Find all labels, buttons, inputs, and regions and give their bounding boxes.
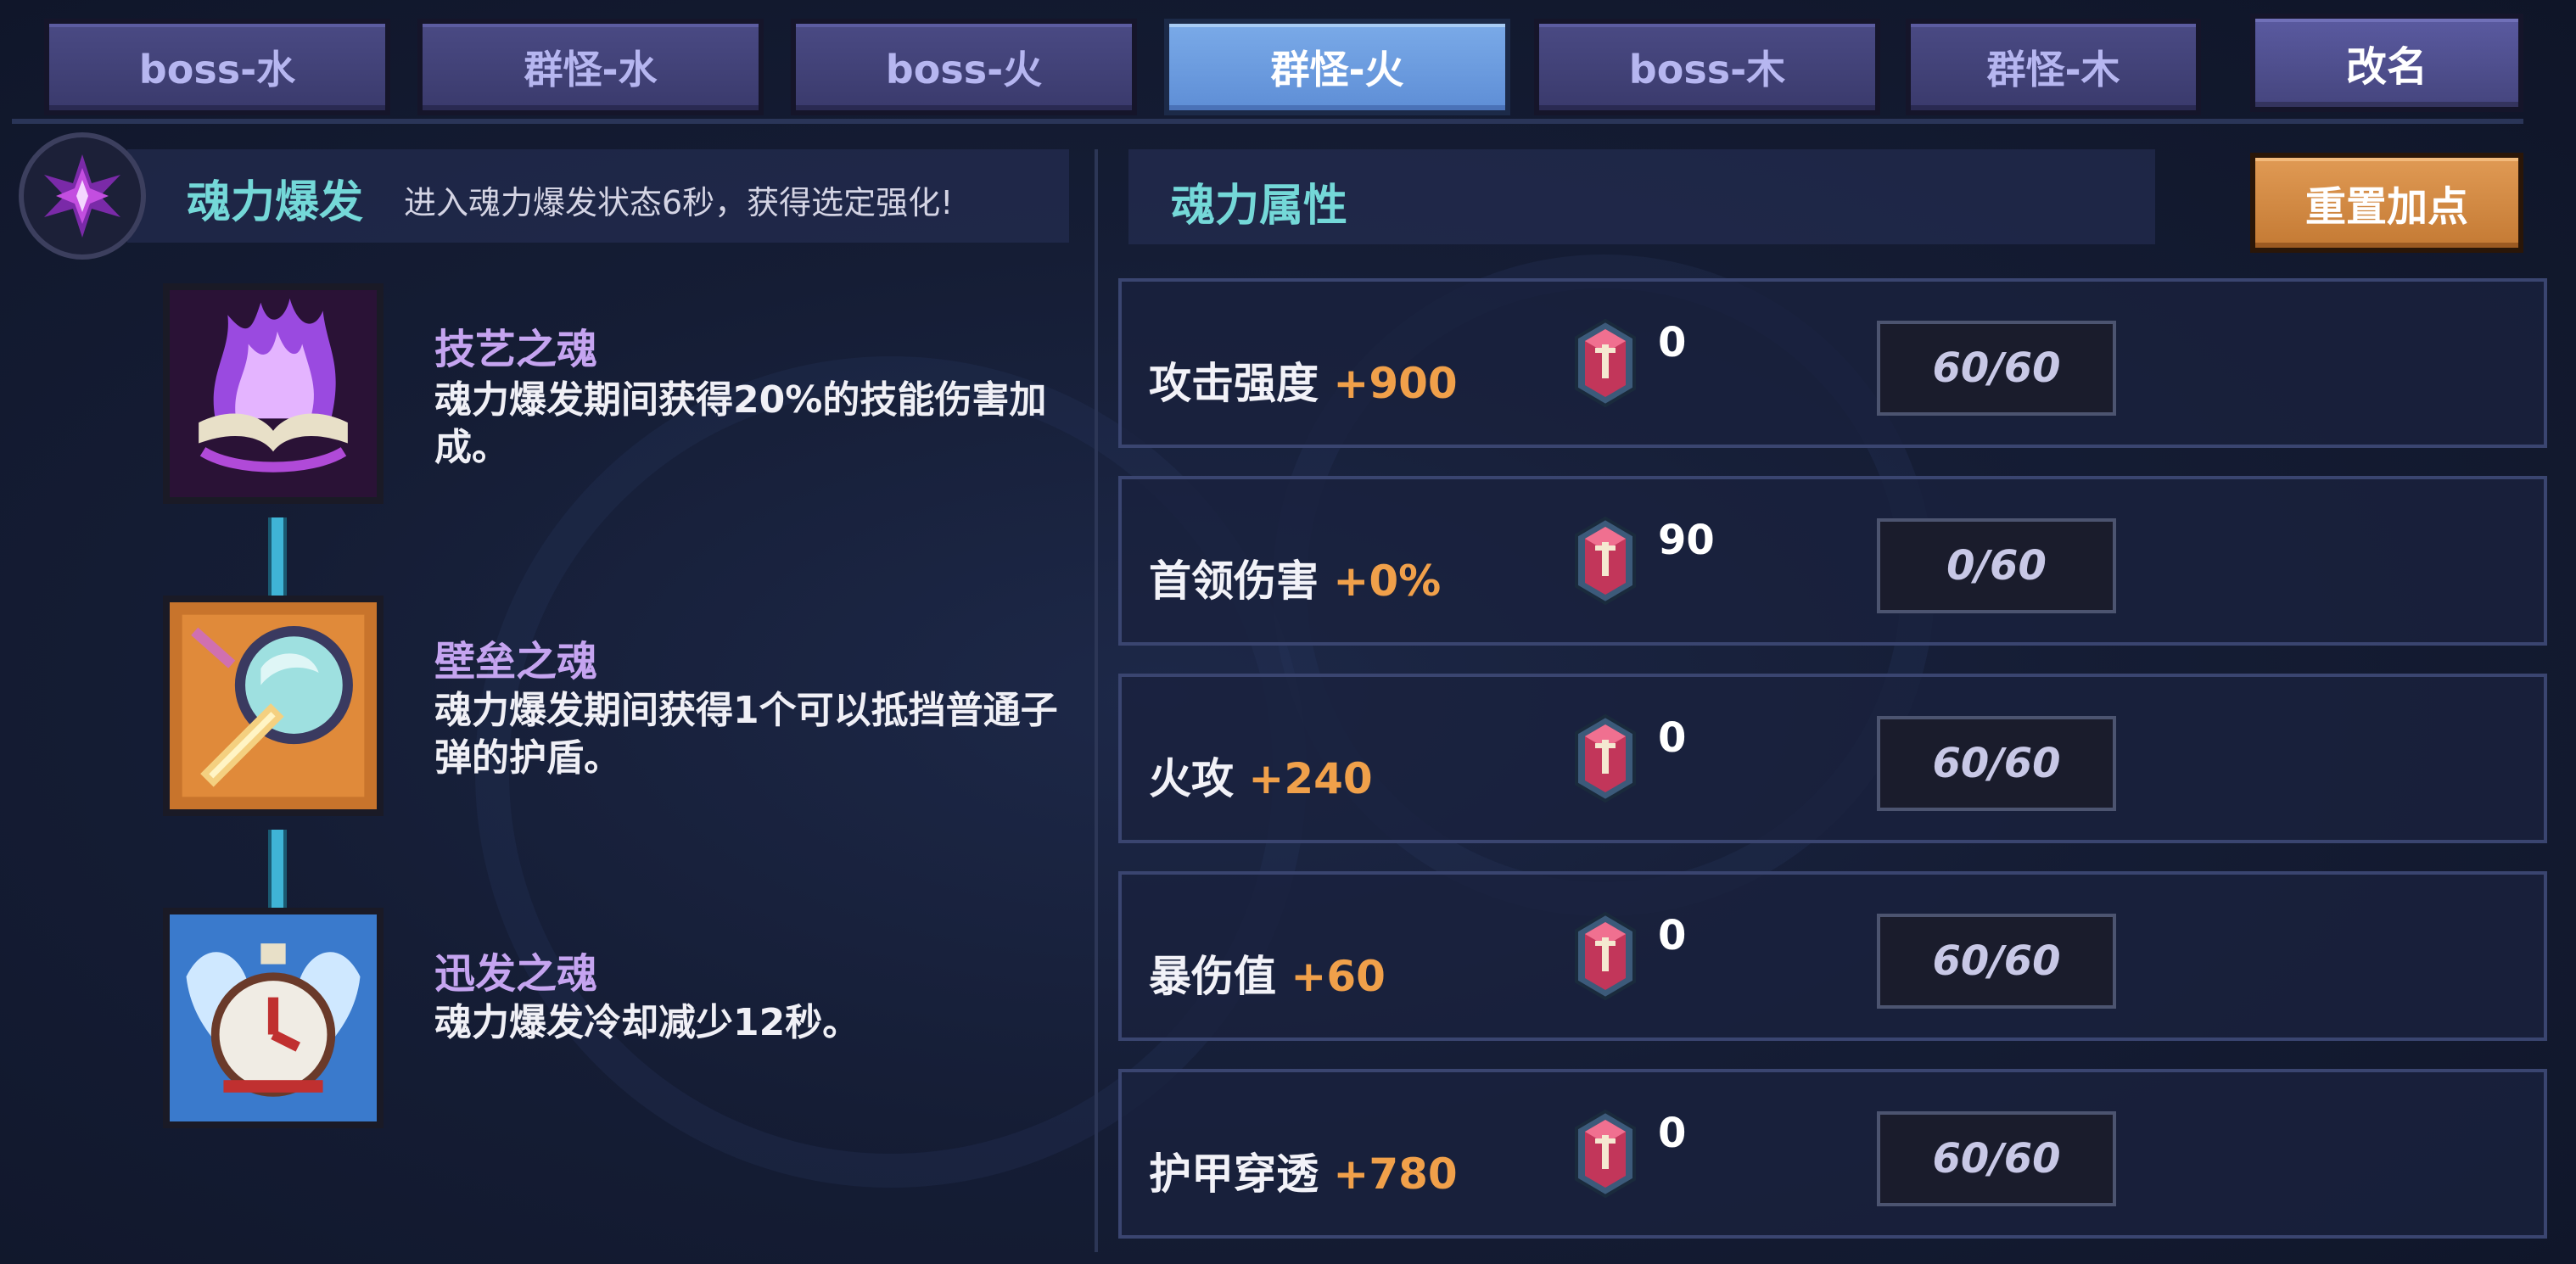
attribute-name: 暴伤值 bbox=[1149, 952, 1276, 1001]
attribute-row: 暴伤值 +60 0 60/60 bbox=[1118, 871, 2547, 1041]
burst-description: 进入魂力爆发状态6秒，获得选定强化! bbox=[404, 184, 954, 221]
attribute-bonus: +780 bbox=[1333, 1149, 1458, 1199]
winged-clock-icon[interactable] bbox=[163, 908, 384, 1128]
attribute-points-box[interactable]: 60/60 bbox=[1877, 321, 2116, 416]
attribute-row: 首领伤害 +0% 90 0/60 bbox=[1118, 476, 2547, 646]
skill-description: 魂力爆发冷却减少12秒。 bbox=[434, 1001, 860, 1044]
attribute-name: 首领伤害 bbox=[1149, 556, 1319, 606]
attribute-label: 暴伤值 +60 bbox=[1149, 942, 1386, 1004]
attribute-bonus: +900 bbox=[1333, 359, 1458, 408]
panel-divider bbox=[1095, 149, 1098, 1252]
red-crystal-gem-icon bbox=[1571, 713, 1639, 803]
skill-description: 魂力爆发期间获得20%的技能伤害加成。 bbox=[434, 378, 1047, 469]
gem-count: 0 bbox=[1658, 912, 1687, 959]
attribute-name: 攻击强度 bbox=[1149, 359, 1319, 408]
tab-boss-water[interactable]: boss-水 bbox=[44, 19, 390, 115]
attribute-name: 护甲穿透 bbox=[1149, 1149, 1319, 1199]
tab-underline bbox=[12, 119, 2523, 124]
attribute-row: 护甲穿透 +780 0 60/60 bbox=[1118, 1069, 2547, 1239]
skill-name: 壁垒之魂 bbox=[434, 638, 598, 685]
attribute-bonus: +0% bbox=[1333, 556, 1442, 606]
purple-flame-tome-icon[interactable] bbox=[163, 283, 384, 504]
attribute-points-box[interactable]: 0/60 bbox=[1877, 518, 2116, 613]
reset-points-button[interactable]: 重置加点 bbox=[2250, 153, 2523, 253]
attribute-points-box[interactable]: 60/60 bbox=[1877, 1111, 2116, 1206]
red-crystal-gem-icon bbox=[1571, 516, 1639, 606]
skill-name: 技艺之魂 bbox=[434, 326, 598, 373]
purple-crystal-emblem-icon bbox=[19, 132, 146, 260]
tab-boss-wood[interactable]: boss-木 bbox=[1534, 19, 1880, 115]
attribute-label: 护甲穿透 +780 bbox=[1149, 1140, 1458, 1201]
attribute-points-box[interactable]: 60/60 bbox=[1877, 716, 2116, 811]
attribute-bonus: +240 bbox=[1248, 754, 1373, 803]
tab-mobs-water[interactable]: 群怪-水 bbox=[417, 19, 764, 115]
attribute-label: 首领伤害 +0% bbox=[1149, 547, 1441, 608]
orange-shield-axe-icon[interactable] bbox=[163, 596, 384, 816]
gem-count: 0 bbox=[1658, 319, 1687, 366]
skill-description: 魂力爆发期间获得1个可以抵挡普通子弹的护盾。 bbox=[434, 689, 1058, 780]
red-crystal-gem-icon bbox=[1571, 1109, 1639, 1199]
tab-boss-fire[interactable]: boss-火 bbox=[791, 19, 1137, 115]
skill-name: 迅发之魂 bbox=[434, 950, 598, 998]
attributes-title: 魂力属性 bbox=[1171, 181, 1348, 232]
rename-button[interactable]: 改名 bbox=[2250, 14, 2523, 112]
gem-count: 0 bbox=[1658, 1110, 1687, 1157]
skill-connector bbox=[268, 517, 287, 596]
gem-count: 0 bbox=[1658, 714, 1687, 762]
attribute-row: 火攻 +240 0 60/60 bbox=[1118, 674, 2547, 843]
attribute-label: 攻击强度 +900 bbox=[1149, 350, 1458, 411]
attribute-points-box[interactable]: 60/60 bbox=[1877, 914, 2116, 1009]
burst-title: 魂力爆发 bbox=[187, 177, 364, 228]
tab-mobs-fire[interactable]: 群怪-火 bbox=[1164, 19, 1510, 115]
attribute-label: 火攻 +240 bbox=[1149, 745, 1373, 806]
red-crystal-gem-icon bbox=[1571, 318, 1639, 408]
attribute-row: 攻击强度 +900 0 60/60 bbox=[1118, 278, 2547, 448]
gem-count: 90 bbox=[1658, 517, 1715, 564]
attribute-name: 火攻 bbox=[1149, 754, 1234, 803]
attribute-bonus: +60 bbox=[1291, 952, 1386, 1001]
skill-connector bbox=[268, 830, 287, 908]
tab-mobs-wood[interactable]: 群怪-木 bbox=[1906, 19, 2201, 115]
red-crystal-gem-icon bbox=[1571, 911, 1639, 1001]
